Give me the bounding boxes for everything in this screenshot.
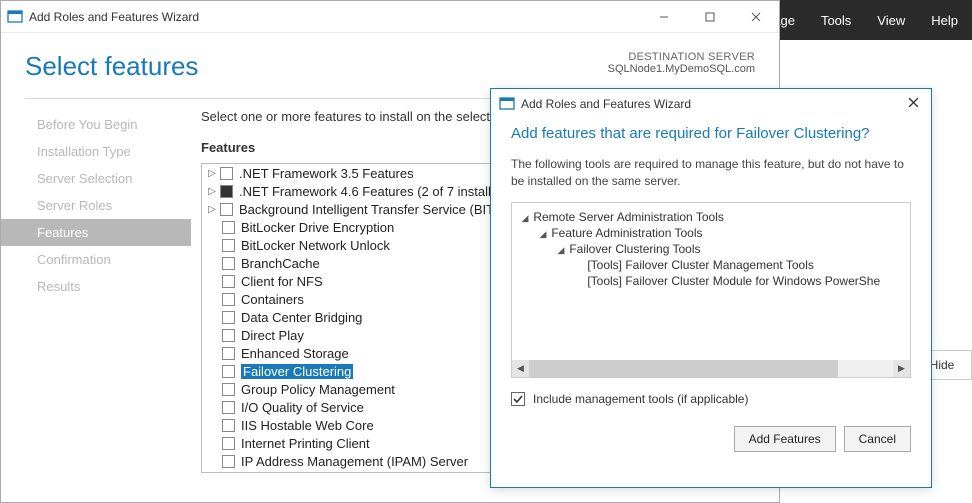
tree-node-label: [Tools] Failover Cluster Management Tool… [584,258,814,272]
nav-step[interactable]: Confirmation [1,246,191,273]
popup-body: Add features that are required for Failo… [491,119,931,464]
feature-checkbox[interactable] [220,185,233,198]
scroll-thumb[interactable] [529,360,838,377]
popup-title-text: Add Roles and Features Wizard [521,97,691,111]
expander-icon[interactable]: ▷ [206,186,218,197]
feature-label: BitLocker Drive Encryption [241,220,394,235]
feature-label: I/O Quality of Service [241,400,364,415]
wizard-header: Select features DESTINATION SERVER SQLNo… [1,33,779,92]
feature-checkbox[interactable] [222,221,235,234]
popup-close-button[interactable] [904,93,923,115]
tree-caret-icon[interactable]: ◢ [556,245,566,256]
expander-icon[interactable]: ▷ [206,204,218,215]
feature-label: Data Center Bridging [241,310,362,325]
menu-item[interactable]: View [877,13,905,28]
feature-label: Failover Clustering [241,364,353,379]
feature-label: .NET Framework 4.6 Features (2 of 7 inst… [239,184,498,199]
popup-description: The following tools are required to mana… [511,156,911,190]
tree-caret-icon[interactable]: ◢ [520,213,530,224]
window-buttons [641,1,779,33]
tree-node-label: Remote Server Administration Tools [530,210,724,224]
feature-checkbox[interactable] [222,401,235,414]
popup-titlebar: Add Roles and Features Wizard [491,89,931,119]
horizontal-scrollbar[interactable]: ◀ ▶ [512,360,910,377]
feature-checkbox[interactable] [220,167,233,180]
tree-node-label: Feature Administration Tools [548,226,703,240]
feature-label: BranchCache [241,256,320,271]
feature-label: Direct Play [241,328,304,343]
feature-label: BitLocker Network Unlock [241,238,390,253]
feature-checkbox[interactable] [222,419,235,432]
nav-step[interactable]: Results [1,273,191,300]
cancel-button[interactable]: Cancel [844,426,911,452]
maximize-button[interactable] [687,1,733,33]
include-tools-label: Include management tools (if applicable) [533,392,748,406]
wizard-icon [7,9,23,25]
menu-item[interactable]: Tools [821,13,851,28]
feature-label: IIS Hostable Web Core [241,418,374,433]
wizard-title-text: Add Roles and Features Wizard [29,10,199,24]
nav-step[interactable]: Server Selection [1,165,191,192]
menu-item[interactable]: Help [931,13,958,28]
feature-label: iSNS Server service [241,472,357,474]
feature-checkbox[interactable] [222,257,235,270]
destination-value: SQLNode1.MyDemoSQL.com [608,63,755,75]
tree-node[interactable]: ◢ Failover Clustering Tools [516,241,910,257]
feature-label: Internet Printing Client [241,436,370,451]
feature-checkbox[interactable] [222,311,235,324]
feature-checkbox[interactable] [222,455,235,468]
close-button[interactable] [733,1,779,33]
popup-button-row: Add Features Cancel [511,426,911,452]
feature-label: Group Policy Management [241,382,395,397]
feature-checkbox[interactable] [220,203,233,216]
tree-node[interactable]: ◢ Remote Server Administration Tools [516,209,910,225]
feature-label: Background Intelligent Transfer Service … [239,202,494,217]
feature-checkbox[interactable] [222,365,235,378]
server-manager-menubar: age Tools View Help [759,0,972,40]
feature-label: .NET Framework 3.5 Features [239,166,414,181]
nav-step[interactable]: Installation Type [1,138,191,165]
scroll-right-arrow[interactable]: ▶ [893,360,910,377]
popup-icon [499,96,515,112]
feature-label: Client for NFS [241,274,323,289]
feature-checkbox[interactable] [222,383,235,396]
minimize-button[interactable] [641,1,687,33]
wizard-nav: Before You BeginInstallation TypeServer … [1,109,191,480]
popup-heading: Add features that are required for Failo… [511,125,911,142]
page-title: Select features [25,51,198,82]
feature-tree: ◢ Remote Server Administration Tools◢ Fe… [511,202,911,378]
destination-label: DESTINATION SERVER [608,51,755,63]
feature-checkbox[interactable] [222,239,235,252]
scroll-left-arrow[interactable]: ◀ [512,360,529,377]
add-features-button[interactable]: Add Features [734,426,836,452]
nav-step[interactable]: Features [1,219,191,246]
include-tools-row[interactable]: Include management tools (if applicable) [511,392,911,406]
feature-checkbox[interactable] [222,275,235,288]
feature-checkbox[interactable] [222,329,235,342]
feature-label: IP Address Management (IPAM) Server [241,454,468,469]
destination-block: DESTINATION SERVER SQLNode1.MyDemoSQL.co… [608,51,755,75]
scroll-track[interactable] [529,360,893,377]
feature-label: Containers [241,292,304,307]
tree-node-label: [Tools] Failover Cluster Module for Wind… [584,274,880,288]
expander-icon[interactable]: ▷ [206,168,218,179]
wizard-titlebar: Add Roles and Features Wizard [1,1,779,33]
tree-caret-icon[interactable]: ◢ [538,229,548,240]
include-tools-checkbox[interactable] [511,392,525,406]
feature-checkbox[interactable] [222,437,235,450]
nav-step[interactable]: Before You Begin [1,111,191,138]
tree-node-label: Failover Clustering Tools [566,242,701,256]
tree-node[interactable]: ◢ Feature Administration Tools [516,225,910,241]
tree-node[interactable]: [Tools] Failover Cluster Module for Wind… [516,273,910,289]
feature-checkbox[interactable] [222,293,235,306]
add-features-popup: Add Roles and Features Wizard Add featur… [490,88,932,488]
tree-node[interactable]: [Tools] Failover Cluster Management Tool… [516,257,910,273]
feature-checkbox[interactable] [222,347,235,360]
feature-checkbox[interactable] [222,473,235,474]
feature-label: Enhanced Storage [241,346,349,361]
nav-step[interactable]: Server Roles [1,192,191,219]
